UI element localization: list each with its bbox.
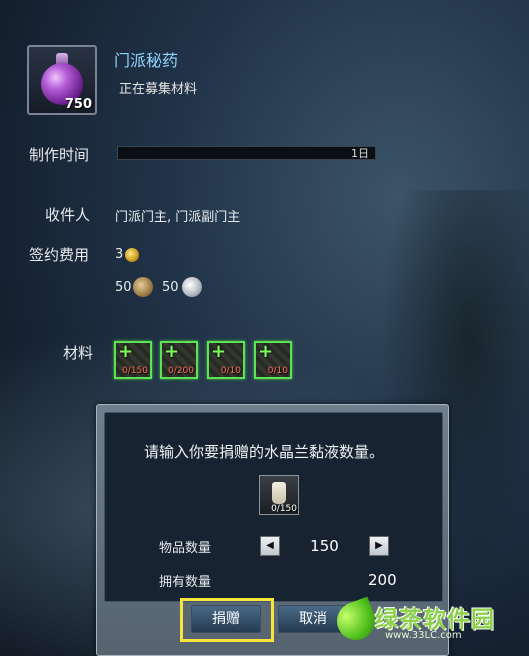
purple-potion-icon[interactable]: 750	[27, 45, 97, 115]
quantity-input[interactable]: 150	[280, 535, 369, 557]
fee-label: 签约费用	[29, 246, 90, 264]
silver-coin-icon	[182, 277, 202, 297]
dialog-item-count: 0/150	[271, 504, 297, 514]
donate-highlight	[180, 598, 274, 642]
watermark-url: www.33LC.com	[385, 630, 462, 641]
decrease-arrow-icon[interactable]: ◀	[260, 536, 280, 556]
material-count: 0/10	[220, 366, 241, 376]
craft-time-bar: 1日	[117, 146, 376, 160]
fee-silver-value: 50	[162, 280, 179, 295]
material-count: 0/200	[168, 366, 194, 376]
site-watermark: 绿茶软件园 www.33LC.com	[331, 596, 525, 648]
bronze-coin-icon	[133, 277, 153, 297]
material-count: 0/10	[267, 366, 288, 376]
watermark-text: 绿茶软件园	[375, 607, 495, 633]
recipient-label: 收件人	[45, 206, 91, 224]
material-slot[interactable]: + 0/10	[254, 341, 292, 379]
material-slot[interactable]: + 0/200	[160, 341, 198, 379]
bottle-shape	[272, 482, 286, 504]
leaf-logo-icon	[331, 596, 381, 646]
dialog-content: 请输入你要捐赠的水晶兰黏液数量。 0/150 物品数量 ◀ 150 ▶ 拥有数量…	[104, 412, 443, 602]
add-icon: +	[164, 341, 180, 362]
item-count: 750	[64, 97, 92, 112]
fee-gold-value: 3	[115, 247, 124, 262]
bottle-icon: 0/150	[259, 475, 299, 515]
add-icon: +	[258, 341, 274, 362]
fee-bronze-value: 50	[115, 280, 132, 295]
material-count: 0/150	[122, 366, 148, 376]
quantity-stepper[interactable]: ◀ 150 ▶	[260, 535, 389, 559]
add-icon: +	[118, 341, 134, 362]
craft-time-value: 1日	[351, 147, 369, 160]
item-name: 门派秘药	[114, 51, 179, 70]
craft-time-label: 制作时间	[29, 146, 90, 164]
quantity-label: 物品数量	[159, 541, 212, 556]
material-slot[interactable]: + 0/150	[114, 341, 152, 379]
item-status: 正在募集材料	[119, 82, 198, 97]
material-slot[interactable]: + 0/10	[207, 341, 245, 379]
recipient-value: 门派门主, 门派副门主	[115, 210, 241, 225]
increase-arrow-icon[interactable]: ▶	[369, 536, 389, 556]
owned-value: 200	[368, 571, 397, 589]
add-icon: +	[211, 341, 227, 362]
gold-coin-icon	[125, 248, 139, 262]
dialog-prompt: 请输入你要捐赠的水晶兰黏液数量。	[144, 443, 385, 461]
owned-label: 拥有数量	[159, 575, 212, 590]
materials-label: 材料	[63, 344, 94, 362]
